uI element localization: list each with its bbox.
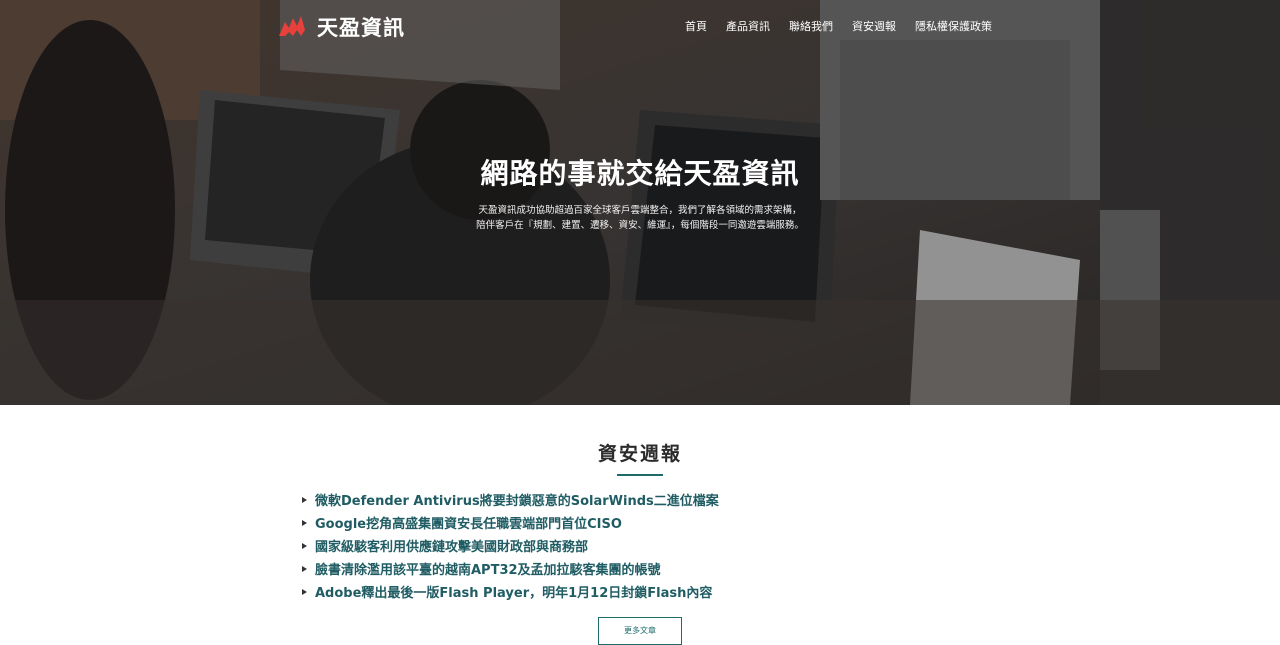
news-link[interactable]: 臉書清除濫用該平臺的越南APT32及孟加拉駭客集團的帳號 <box>315 559 661 578</box>
news-item[interactable]: 國家級駭客利用供應鏈攻擊美國財政部與商務部 <box>302 534 719 557</box>
main-menu: 首頁 產品資訊 聯絡我們 資安週報 隱私權保護政策 <box>685 18 992 34</box>
security-news-section: 資安週報 微軟Defender Antivirus將要封鎖惡意的SolarWin… <box>0 405 1280 645</box>
title-underline <box>617 474 663 476</box>
news-link[interactable]: 微軟Defender Antivirus將要封鎖惡意的SolarWinds二進位… <box>315 490 719 509</box>
caret-right-icon <box>302 588 307 595</box>
brand-logo[interactable]: 天盈資訊 <box>279 12 405 42</box>
news-link[interactable]: Adobe釋出最後一版Flash Player，明年1月12日封鎖Flash內容 <box>315 582 712 601</box>
nav-item-home[interactable]: 首頁 <box>685 18 707 34</box>
caret-right-icon <box>302 519 307 526</box>
news-item[interactable]: Google挖角高盛集團資安長任職雲端部門首位CISO <box>302 511 719 534</box>
caret-right-icon <box>302 565 307 572</box>
caret-right-icon <box>302 542 307 549</box>
hero-description: 天盈資訊成功協助超過百家全球客戶雲端整合，我們了解各領域的需求架構， 陪伴客戶在… <box>0 203 1280 233</box>
hero-title: 網路的事就交給天盈資訊 <box>480 157 800 190</box>
news-list: 微軟Defender Antivirus將要封鎖惡意的SolarWinds二進位… <box>302 488 719 603</box>
nav-item-contact[interactable]: 聯絡我們 <box>789 18 833 34</box>
caret-right-icon <box>302 496 307 503</box>
logo-icon <box>279 16 305 36</box>
nav-item-products[interactable]: 產品資訊 <box>726 18 770 34</box>
news-link[interactable]: 國家級駭客利用供應鏈攻擊美國財政部與商務部 <box>315 536 588 555</box>
hero-description-line-2: 陪伴客戶在『規劃、建置、遷移、資安、維運』，每個階段一同邀遊雲端服務。 <box>476 220 804 231</box>
news-link[interactable]: Google挖角高盛集團資安長任職雲端部門首位CISO <box>315 513 622 532</box>
nav-item-privacy-policy[interactable]: 隱私權保護政策 <box>915 18 992 34</box>
top-navigation: 天盈資訊 首頁 產品資訊 聯絡我們 資安週報 隱私權保護政策 <box>0 0 1280 52</box>
news-item[interactable]: 微軟Defender Antivirus將要封鎖惡意的SolarWinds二進位… <box>302 488 719 511</box>
news-item[interactable]: Adobe釋出最後一版Flash Player，明年1月12日封鎖Flash內容 <box>302 580 719 603</box>
nav-item-security-weekly[interactable]: 資安週報 <box>852 18 896 34</box>
brand-name: 天盈資訊 <box>317 16 405 40</box>
hero-description-line-1: 天盈資訊成功協助超過百家全球客戶雲端整合，我們了解各領域的需求架構， <box>478 205 802 216</box>
hero-banner: 天盈資訊 首頁 產品資訊 聯絡我們 資安週報 隱私權保護政策 網路的事就交給天盈… <box>0 0 1280 405</box>
section-title: 資安週報 <box>597 443 682 465</box>
news-item[interactable]: 臉書清除濫用該平臺的越南APT32及孟加拉駭客集團的帳號 <box>302 557 719 580</box>
